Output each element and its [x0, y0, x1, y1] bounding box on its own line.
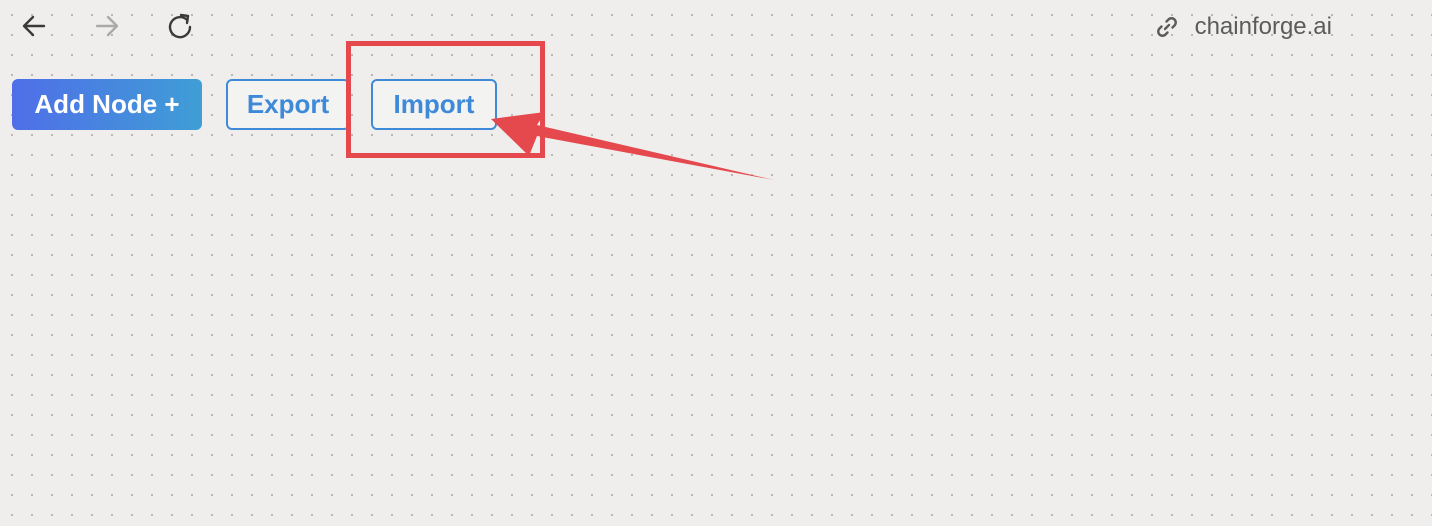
address-bar[interactable]: chainforge.ai: [1153, 12, 1332, 42]
link-icon: [1153, 13, 1181, 41]
arrow-right-icon: [95, 15, 119, 37]
reload-icon: [168, 13, 192, 39]
reload-button[interactable]: [166, 12, 194, 40]
flow-canvas[interactable]: [0, 160, 1432, 526]
arrow-left-icon: [22, 15, 46, 37]
forward-button[interactable]: [93, 12, 121, 40]
add-node-button[interactable]: Add Node +: [12, 79, 202, 130]
url-text: chainforge.ai: [1194, 13, 1332, 40]
back-button[interactable]: [20, 12, 48, 40]
export-button[interactable]: Export: [226, 79, 350, 130]
import-button[interactable]: Import: [371, 79, 497, 130]
